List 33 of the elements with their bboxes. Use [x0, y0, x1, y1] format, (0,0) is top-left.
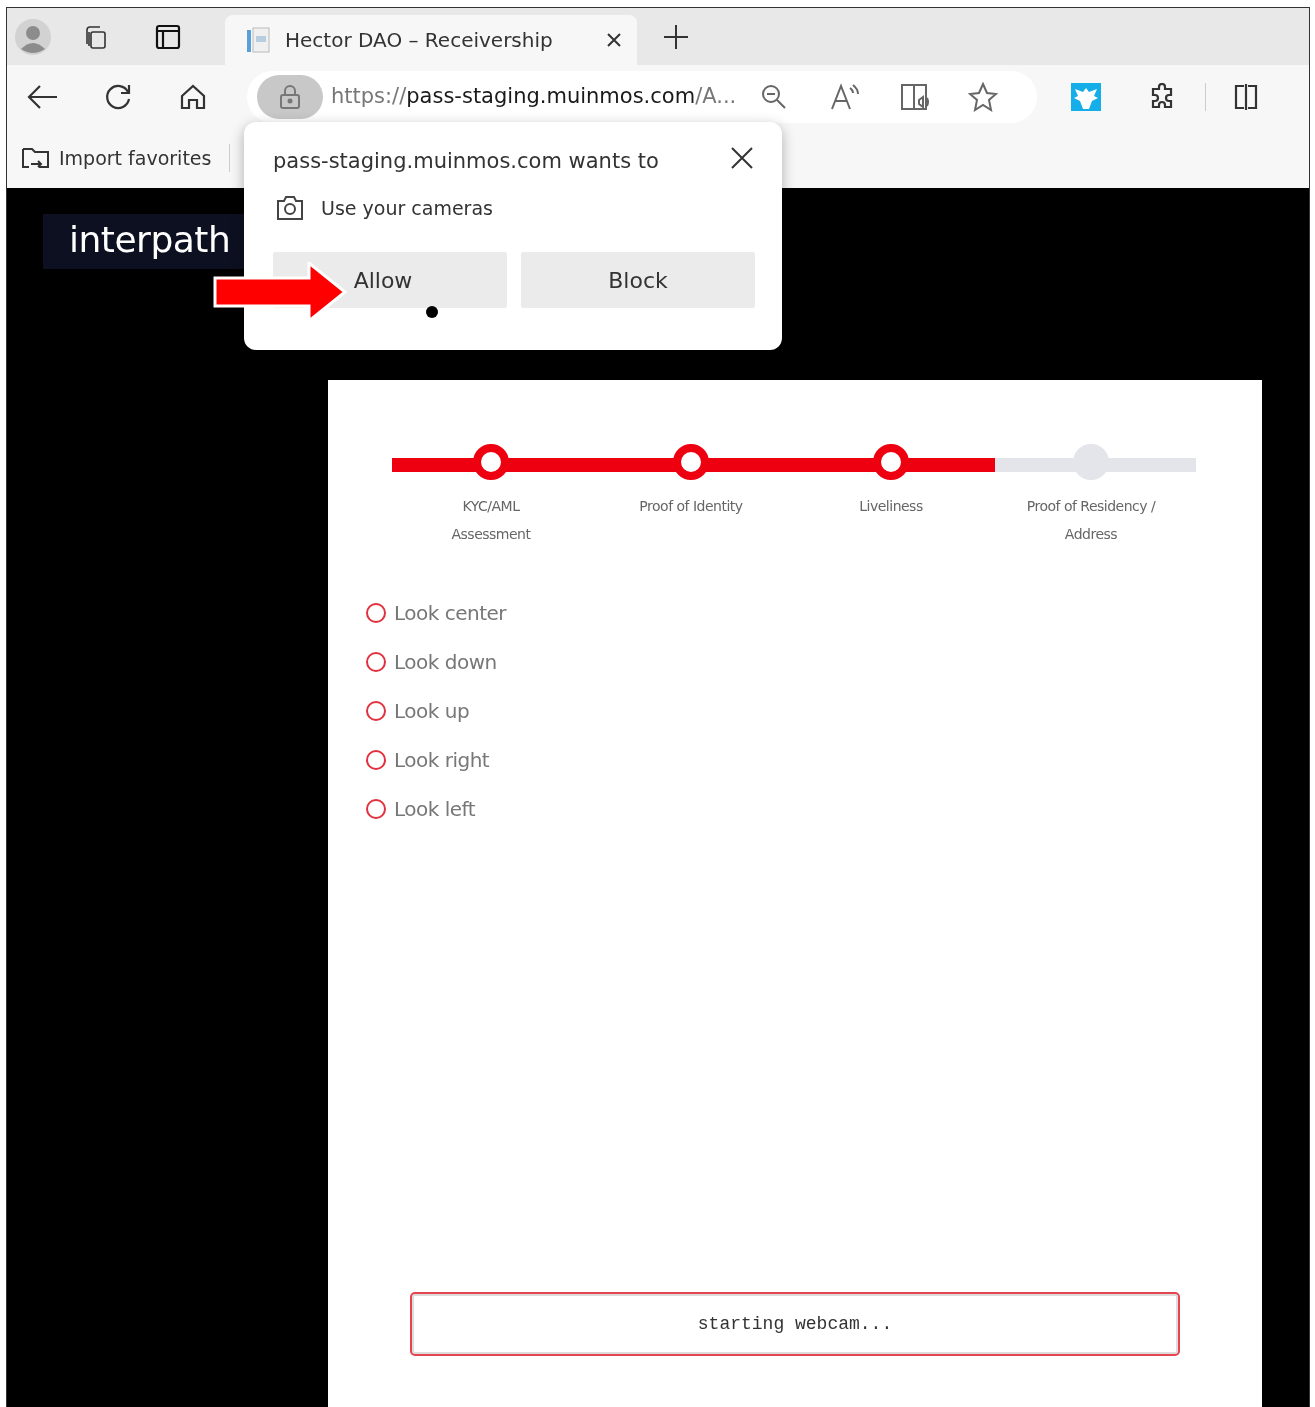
- close-icon[interactable]: [605, 31, 623, 49]
- browser-tab[interactable]: Hector DAO – Receivership: [225, 15, 637, 65]
- checklist-label: Look center: [394, 600, 507, 627]
- import-favorites-button[interactable]: Import favorites: [17, 139, 216, 177]
- star-icon[interactable]: [968, 81, 999, 112]
- folder-icon: [21, 145, 51, 171]
- home-icon[interactable]: [179, 82, 207, 111]
- site-info-button[interactable]: [257, 74, 323, 119]
- page-icon: [245, 26, 271, 54]
- checklist-label: Look right: [394, 747, 490, 774]
- close-icon[interactable]: [730, 146, 754, 170]
- eagle-extension-icon[interactable]: [1071, 82, 1101, 111]
- profile-avatar-icon[interactable]: [15, 18, 51, 55]
- back-arrow-icon[interactable]: [27, 83, 59, 110]
- block-button[interactable]: Block: [521, 252, 755, 308]
- step-label: Liveliness: [858, 497, 924, 516]
- popup-title: pass-staging.muinmos.com wants to: [273, 148, 659, 175]
- tab-title: Hector DAO – Receivership: [285, 27, 554, 54]
- checklist-label: Look up: [394, 698, 470, 725]
- lock-icon: [279, 83, 301, 110]
- new-tab-icon[interactable]: [663, 23, 689, 50]
- step-label: Proof of Identity: [638, 497, 744, 516]
- read-aloud-icon[interactable]: [830, 82, 861, 111]
- permission-label: Use your cameras: [321, 195, 493, 221]
- checklist-label: Look left: [394, 796, 476, 823]
- status-field: starting webcam...: [410, 1292, 1180, 1356]
- checklist-label: Look down: [394, 649, 497, 676]
- step-label: Proof of Residency / Address: [1025, 497, 1157, 544]
- split-screen-icon[interactable]: [1232, 82, 1260, 111]
- camera-icon: [275, 193, 305, 222]
- tab-actions-icon[interactable]: [155, 23, 181, 50]
- mouse-cursor-icon: [425, 305, 439, 319]
- step-label: KYC/AML Assessment: [450, 497, 532, 544]
